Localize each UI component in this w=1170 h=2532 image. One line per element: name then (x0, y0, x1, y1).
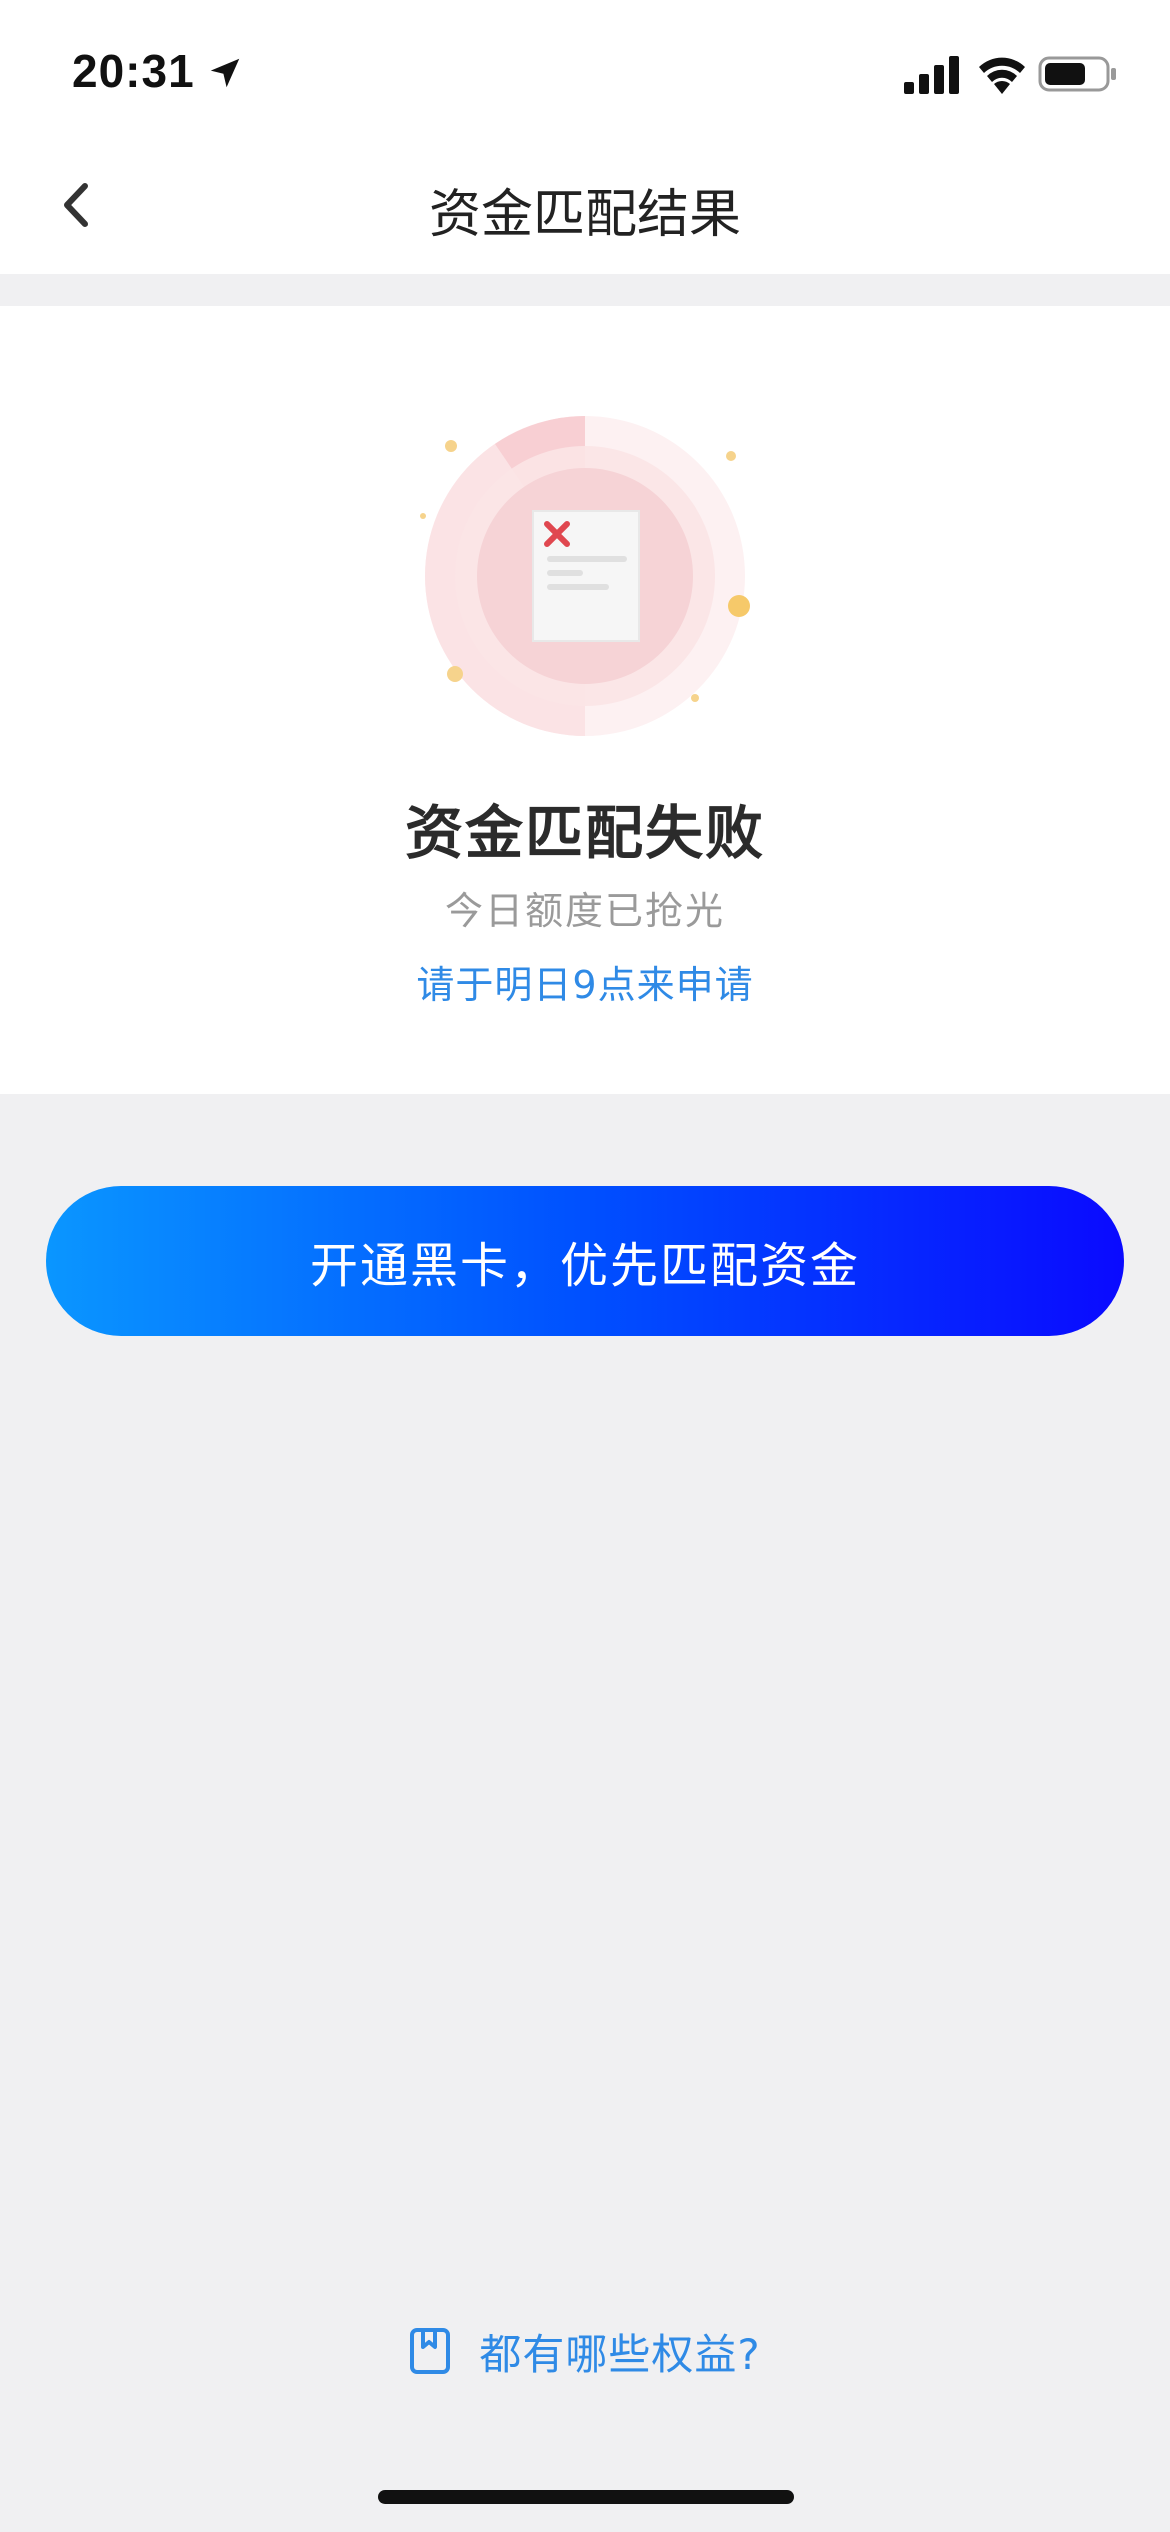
status-time: 20:31 (72, 45, 195, 97)
benefits-link[interactable]: 都有哪些权益? (0, 2316, 1170, 2386)
home-indicator (378, 2490, 794, 2504)
page-title: 资金匹配结果 (428, 185, 741, 245)
status-bar: 20:31 (0, 0, 1170, 140)
open-black-card-button[interactable]: 开通黑卡，优先匹配资金 (46, 1186, 1124, 1336)
failed-document-icon (420, 416, 750, 736)
wifi-icon (979, 57, 1025, 94)
location-arrow-icon (210, 58, 240, 88)
nav-bar: 资金匹配结果 (0, 140, 1170, 274)
bookmark-icon (410, 2328, 451, 2374)
benefits-link-text: 都有哪些权益? (479, 2329, 761, 2379)
result-title: 资金匹配失败 (404, 799, 765, 867)
result-hint: 请于明日9点来申请 (416, 963, 754, 1007)
battery-icon (1038, 56, 1116, 92)
result-card: 资金匹配失败 今日额度已抢光 请于明日9点来申请 (0, 306, 1170, 1094)
result-subtitle: 今日额度已抢光 (444, 889, 725, 933)
signal-icon (904, 56, 959, 94)
